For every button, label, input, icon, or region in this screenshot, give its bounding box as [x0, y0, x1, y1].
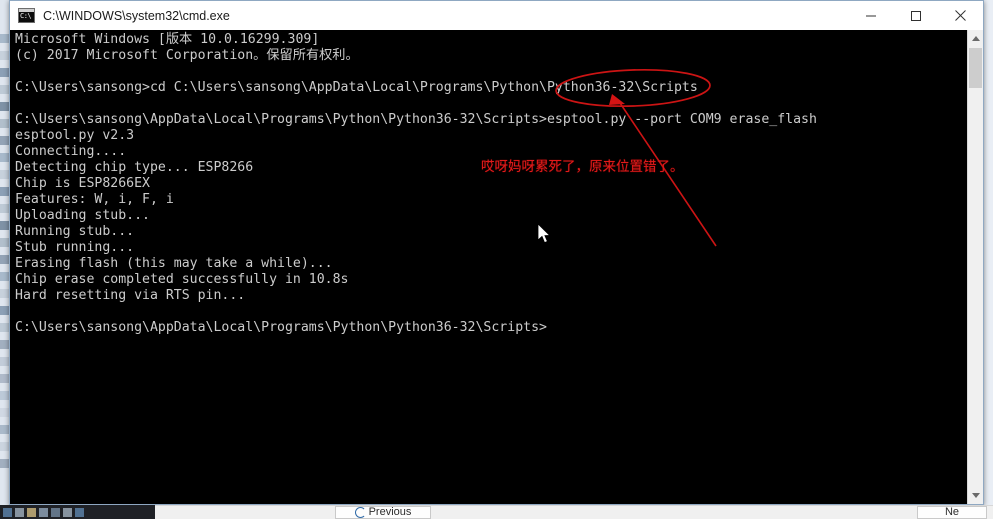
cmd-icon: C:\ [18, 8, 35, 23]
scroll-down-arrow-icon[interactable] [968, 487, 983, 504]
maximize-button[interactable] [893, 1, 938, 30]
scrollbar-thumb[interactable] [969, 48, 982, 88]
background-dialog-bottom[interactable]: Previous Ne [155, 505, 993, 519]
background-window-left-sliver[interactable] [0, 0, 9, 505]
bottom-strip: Previous Ne [0, 505, 993, 519]
back-arrow-icon [354, 507, 366, 518]
scrollbar-track[interactable] [968, 47, 983, 487]
title-bar-left: C:\ C:\WINDOWS\system32\cmd.exe [10, 8, 230, 23]
close-icon [955, 10, 966, 21]
taskbar-icon-2[interactable] [15, 507, 24, 517]
next-button-label: Ne [944, 506, 960, 518]
close-button[interactable] [938, 1, 983, 30]
minimize-icon [865, 15, 876, 16]
vertical-scrollbar[interactable] [967, 30, 983, 504]
minimize-button[interactable] [848, 1, 893, 30]
taskbar-icon-4[interactable] [39, 507, 48, 517]
taskbar-icon-5[interactable] [51, 507, 60, 517]
taskbar-icon-7[interactable] [75, 507, 84, 517]
mouse-cursor [538, 224, 551, 244]
previous-button-label: Previous [368, 506, 412, 518]
console-text: Microsoft Windows [版本 10.0.16299.309] (c… [15, 32, 817, 335]
taskbar[interactable] [0, 505, 155, 519]
maximize-icon [910, 10, 921, 21]
screen: C:\ C:\WINDOWS\system32\cmd.exe Microsof… [0, 0, 993, 519]
previous-button[interactable]: Previous [335, 506, 431, 519]
cmd-window[interactable]: C:\ C:\WINDOWS\system32\cmd.exe Microsof… [9, 0, 984, 505]
scroll-up-arrow-icon[interactable] [968, 30, 983, 47]
taskbar-icon-6[interactable] [63, 507, 72, 517]
console-output-area[interactable]: Microsoft Windows [版本 10.0.16299.309] (c… [10, 30, 967, 504]
taskbar-icon-1[interactable] [3, 507, 12, 517]
taskbar-icon-3[interactable] [27, 507, 36, 517]
title-bar[interactable]: C:\ C:\WINDOWS\system32\cmd.exe [10, 1, 983, 31]
window-title: C:\WINDOWS\system32\cmd.exe [43, 8, 230, 23]
cmd-icon-glyph: C:\ [20, 12, 32, 20]
window-controls [848, 1, 983, 30]
next-button[interactable]: Ne [917, 506, 987, 519]
